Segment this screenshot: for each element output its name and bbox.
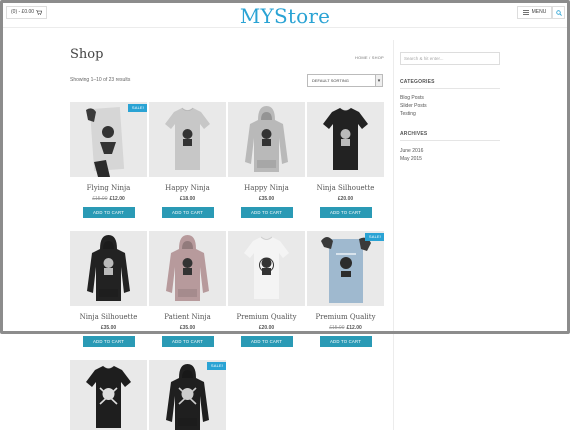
sale-badge: SALE! bbox=[207, 362, 226, 370]
add-to-cart-button[interactable]: ADD TO CART bbox=[161, 336, 214, 347]
search-icon bbox=[555, 9, 562, 16]
old-price: £15.00 bbox=[329, 325, 345, 331]
product-image[interactable] bbox=[70, 231, 147, 306]
current-price: £12.00 bbox=[109, 196, 125, 202]
product-image[interactable]: SALE! bbox=[149, 360, 226, 430]
breadcrumb[interactable]: HOME / SHOP bbox=[355, 55, 384, 60]
current-price: £35.00 bbox=[258, 196, 275, 202]
product-card[interactable]: Happy Ninja £18.00 ADD TO CART bbox=[149, 102, 226, 218]
product-price: £18.00 bbox=[149, 196, 226, 202]
site-title[interactable]: MYStore bbox=[0, 4, 570, 28]
menu-label: MENU bbox=[531, 9, 547, 15]
hamburger-icon bbox=[522, 10, 529, 15]
product-name[interactable]: Premium Quality bbox=[307, 313, 384, 321]
product-name[interactable]: Happy Ninja bbox=[149, 184, 226, 192]
sort-selected-value: DEFAULT SORTING bbox=[312, 78, 349, 83]
categories-title: CATEGORIES bbox=[400, 79, 500, 89]
product-card[interactable] bbox=[70, 360, 147, 430]
current-price: £20.00 bbox=[258, 325, 275, 331]
product-name[interactable]: Ninja Silhouette bbox=[70, 313, 147, 321]
archive-link[interactable]: June 2016 bbox=[400, 148, 423, 154]
page-title: Shop bbox=[70, 47, 104, 62]
current-price: £20.00 bbox=[337, 196, 354, 202]
product-card[interactable]: SALE! bbox=[149, 360, 226, 430]
product-image[interactable] bbox=[307, 102, 384, 177]
product-image[interactable] bbox=[228, 102, 305, 177]
sale-badge: SALE! bbox=[128, 104, 147, 112]
product-card[interactable]: SALE! Flying Ninja £15.00 £12.00 ADD TO CART bbox=[70, 102, 147, 218]
add-to-cart-button[interactable]: ADD TO CART bbox=[240, 207, 293, 218]
header-search-button[interactable] bbox=[552, 6, 565, 19]
category-link[interactable]: Blog Posts bbox=[400, 95, 424, 101]
category-link[interactable]: Slider Posts bbox=[400, 103, 427, 109]
product-price: £35.00 bbox=[149, 325, 226, 331]
product-price: £15.00 £12.00 bbox=[70, 196, 147, 202]
current-price: £35.00 bbox=[100, 325, 117, 331]
old-price: £15.00 bbox=[92, 196, 108, 202]
add-to-cart-button[interactable]: ADD TO CART bbox=[240, 336, 293, 347]
product-image[interactable] bbox=[70, 360, 147, 430]
archive-link[interactable]: May 2015 bbox=[400, 156, 422, 162]
current-price: £12.00 bbox=[346, 325, 362, 331]
product-image[interactable] bbox=[149, 102, 226, 177]
product-image[interactable]: SALE! bbox=[70, 102, 147, 177]
product-image[interactable] bbox=[149, 231, 226, 306]
product-name[interactable]: Premium Quality bbox=[228, 313, 305, 321]
result-count: Showing 1–10 of 23 results bbox=[70, 77, 131, 83]
header-divider bbox=[3, 27, 567, 28]
sidebar-search-input[interactable]: Search & hit enter... bbox=[400, 52, 500, 65]
product-card[interactable]: SALE! Premium Quality £15.00 £12.00 ADD TO C… bbox=[307, 231, 384, 347]
add-to-cart-button[interactable]: ADD TO CART bbox=[82, 336, 135, 347]
product-name[interactable]: Ninja Silhouette bbox=[307, 184, 384, 192]
menu-button[interactable]: MENU bbox=[517, 6, 552, 19]
product-price: £35.00 bbox=[70, 325, 147, 331]
sale-badge: SALE! bbox=[365, 233, 384, 241]
product-card[interactable]: Premium Quality £20.00 ADD TO CART bbox=[228, 231, 305, 347]
product-name[interactable]: Flying Ninja bbox=[70, 184, 147, 192]
product-price: £20.00 bbox=[307, 196, 384, 202]
product-image[interactable]: SALE! bbox=[307, 231, 384, 306]
category-link[interactable]: Testing bbox=[400, 111, 416, 117]
product-card[interactable]: Ninja Silhouette £35.00 ADD TO CART bbox=[70, 231, 147, 347]
add-to-cart-button[interactable]: ADD TO CART bbox=[161, 207, 214, 218]
product-name[interactable]: Happy Ninja bbox=[228, 184, 305, 192]
add-to-cart-button[interactable]: ADD TO CART bbox=[82, 207, 135, 218]
product-price: £20.00 bbox=[228, 325, 305, 331]
product-card[interactable]: Patient Ninja £35.00 ADD TO CART bbox=[149, 231, 226, 347]
product-price: £15.00 £12.00 bbox=[307, 325, 384, 331]
sort-select[interactable]: DEFAULT SORTING ▾ bbox=[307, 74, 383, 87]
add-to-cart-button[interactable]: ADD TO CART bbox=[319, 336, 372, 347]
product-card[interactable]: Happy Ninja £35.00 ADD TO CART bbox=[228, 102, 305, 218]
select-arrow-icon: ▾ bbox=[375, 75, 382, 86]
add-to-cart-button[interactable]: ADD TO CART bbox=[319, 207, 372, 218]
product-price: £35.00 bbox=[228, 196, 305, 202]
current-price: £35.00 bbox=[179, 325, 196, 331]
product-name[interactable]: Patient Ninja bbox=[149, 313, 226, 321]
product-card[interactable]: Ninja Silhouette £20.00 ADD TO CART bbox=[307, 102, 384, 218]
archives-title: ARCHIVES bbox=[400, 131, 500, 141]
current-price: £18.00 bbox=[179, 196, 196, 202]
product-image[interactable] bbox=[228, 231, 305, 306]
sidebar-divider bbox=[393, 40, 394, 430]
